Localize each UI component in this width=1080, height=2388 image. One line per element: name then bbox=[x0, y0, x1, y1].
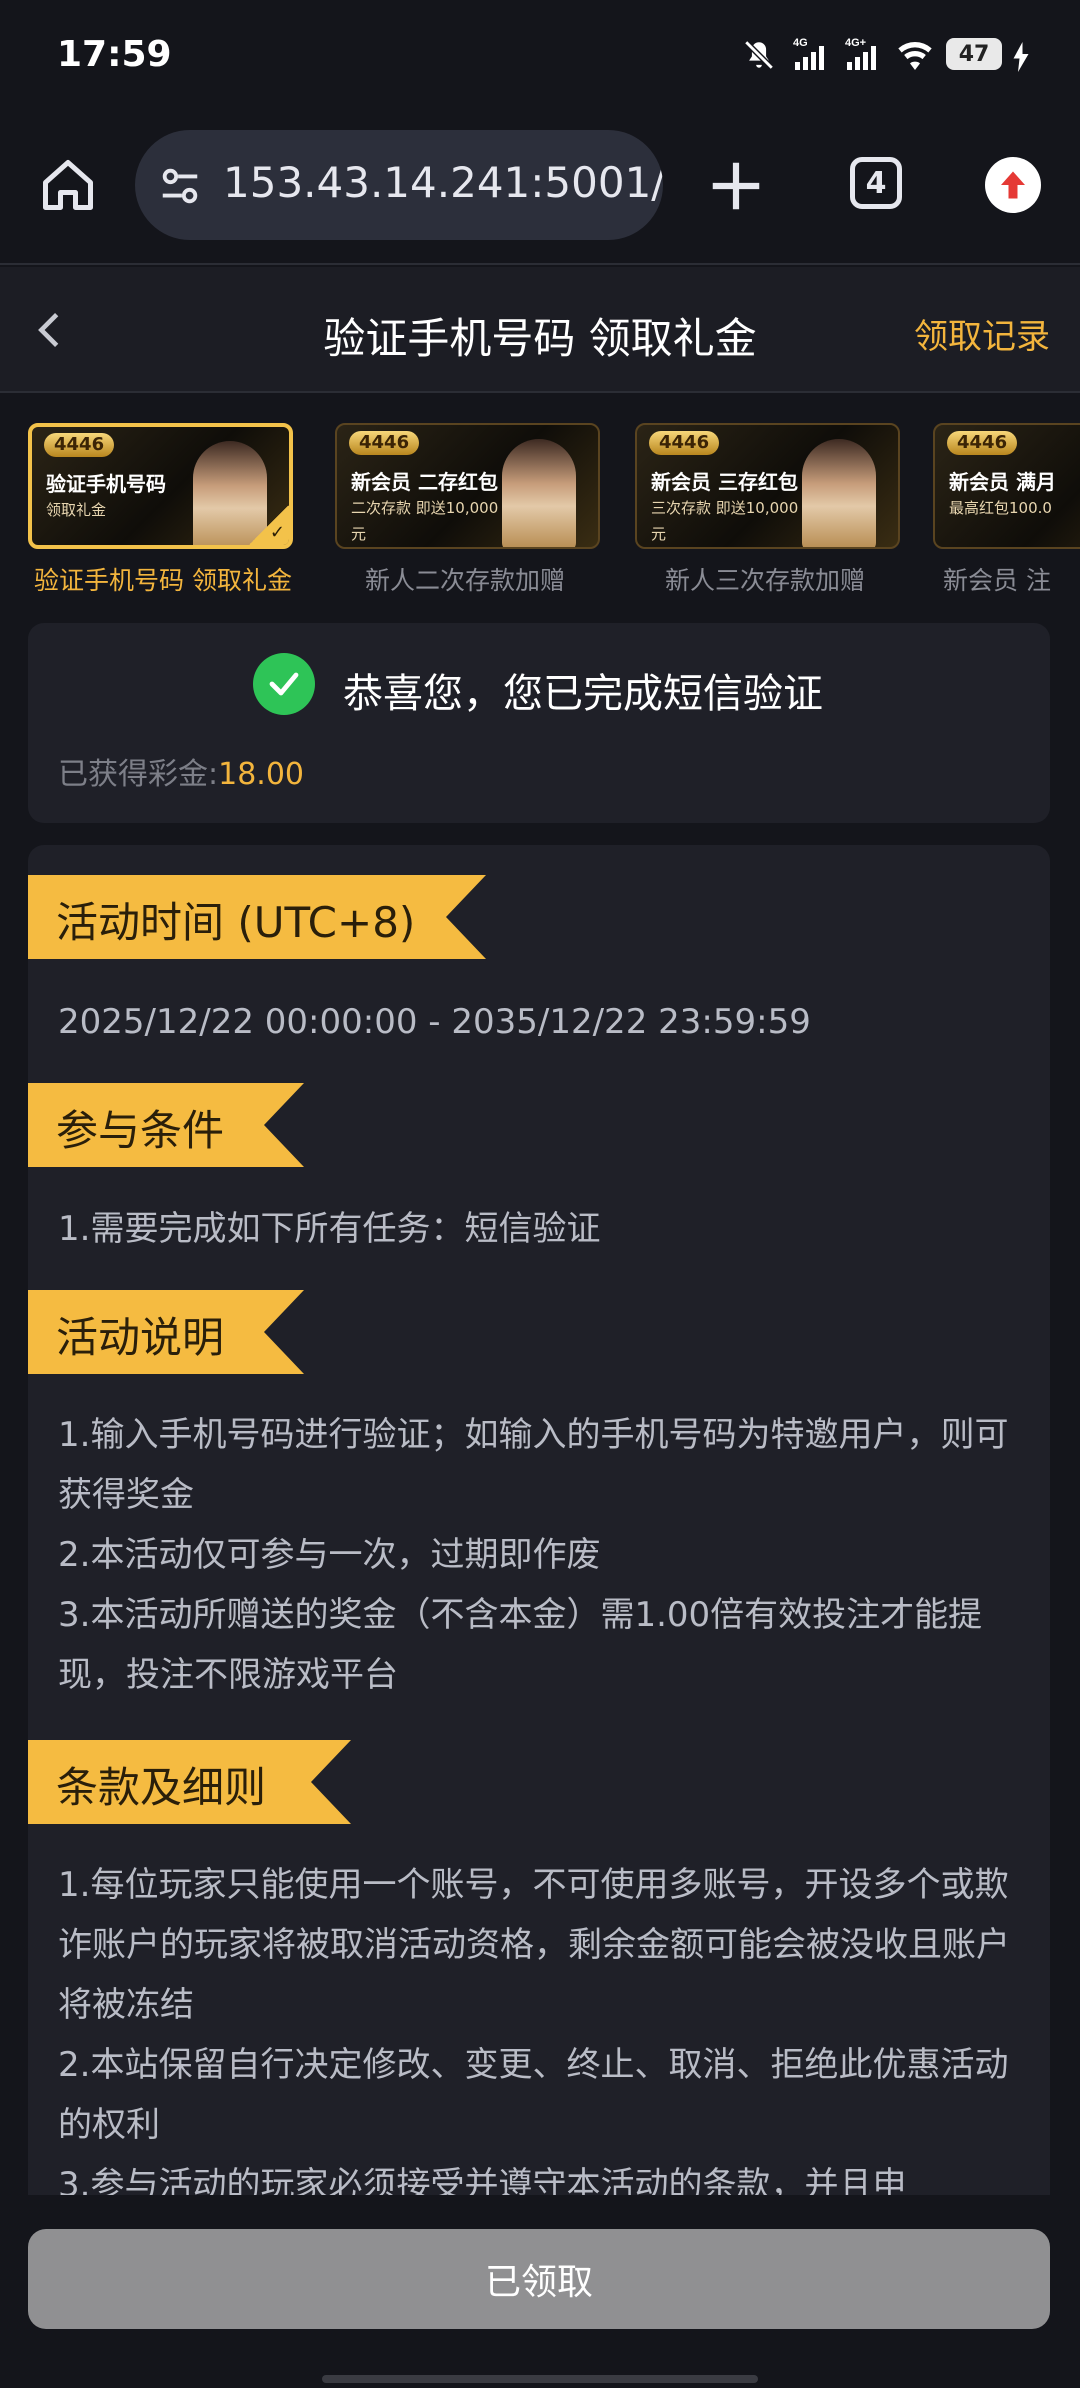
url-text[interactable]: 153.43.14.241:5001/h bbox=[223, 158, 663, 207]
banner-model-image bbox=[802, 439, 876, 547]
banner-label[interactable]: 验证手机号码 领取礼金 bbox=[13, 561, 313, 597]
section-title: 参与条件 bbox=[56, 1106, 225, 1155]
status-time: 17:59 bbox=[57, 34, 172, 75]
brand-logo: 4446 bbox=[44, 433, 115, 457]
selected-check-icon: ✓ bbox=[249, 505, 289, 545]
svg-text:4G: 4G bbox=[793, 37, 808, 49]
banner-title: 新会员 三存红包 bbox=[651, 470, 798, 494]
wifi-icon bbox=[894, 36, 936, 72]
battery-level: 47 bbox=[958, 41, 990, 67]
banner-title: 验证手机号码 bbox=[46, 472, 166, 496]
banner-subtitle: 三次存款 即送10,000元 bbox=[651, 499, 799, 543]
home-indicator[interactable] bbox=[322, 2375, 758, 2383]
promo-banner-third-deposit[interactable]: 4446 新会员 三存红包三次存款 即送10,000元 bbox=[635, 423, 900, 549]
banner-subtitle: 二次存款 即送10,000元 bbox=[351, 499, 499, 543]
banner-model-image bbox=[502, 439, 576, 547]
description-line: 3.本活动所赠送的奖金（不含本金）需1.00倍有效投注才能提现，投注不限游戏平台 bbox=[58, 1595, 983, 1695]
bonus-amount-label: 已获得彩金: bbox=[58, 757, 219, 792]
banner-label[interactable]: 新人二次存款加赠 bbox=[315, 561, 615, 597]
signal-4g-icon: 4G bbox=[790, 36, 832, 72]
bonus-amount: 已获得彩金:18.00 bbox=[58, 749, 304, 793]
brand-logo: 4446 bbox=[947, 431, 1018, 455]
battery-icon: 47 bbox=[946, 38, 1002, 70]
brand-logo: 4446 bbox=[349, 431, 420, 455]
svg-text:4G+: 4G+ bbox=[845, 37, 866, 49]
bonus-amount-value: 18.00 bbox=[218, 757, 304, 792]
section-title: 条款及细则 bbox=[56, 1763, 267, 1812]
claimed-button[interactable]: 已领取 bbox=[28, 2229, 1050, 2329]
update-icon[interactable] bbox=[985, 157, 1041, 213]
verification-message: 恭喜您，您已完成短信验证 bbox=[343, 671, 823, 717]
status-icons: 4G 4G+ 47 bbox=[738, 36, 1030, 72]
banner-subtitle: 最高红包100.0 bbox=[949, 499, 1052, 517]
banner-title: 新会员 二存红包 bbox=[351, 470, 498, 494]
brand-logo: 4446 bbox=[649, 431, 720, 455]
claim-record-link[interactable]: 领取记录 bbox=[914, 309, 1050, 358]
description-line: 2.本活动仅可参与一次，过期即作废 bbox=[58, 1535, 601, 1575]
signal-4g-plus-icon: 4G+ bbox=[842, 36, 884, 72]
description-line: 1.输入手机号码进行验证；如输入的手机号码为特邀用户，则可获得奖金 bbox=[58, 1415, 1009, 1515]
charging-icon bbox=[1012, 36, 1030, 72]
bottom-action-area: 已领取 bbox=[0, 2195, 1080, 2388]
promo-banner-strip[interactable]: 4446 验证手机号码领取礼金 ✓ 验证手机号码 领取礼金 4446 新会员 二… bbox=[0, 393, 1080, 608]
tab-switcher-button[interactable]: 4 bbox=[850, 157, 902, 209]
address-bar[interactable]: 153.43.14.241:5001/h bbox=[135, 130, 663, 240]
activity-details-card[interactable]: 活动时间 (UTC+8) 2025/12/22 00:00:00 - 2035/… bbox=[28, 845, 1050, 2275]
section-title: 活动时间 (UTC+8) bbox=[56, 898, 416, 947]
success-check-icon bbox=[253, 653, 315, 715]
terms-line: 2.本站保留自行决定修改、变更、终止、取消、拒绝此优惠活动的权利 bbox=[58, 2045, 1009, 2145]
terms-text: 1.每位玩家只能使用一个账号，不可使用多账号，开设多个或欺诈账户的玩家将被取消活… bbox=[58, 1855, 1018, 2215]
section-title: 活动说明 bbox=[56, 1313, 225, 1362]
promo-banner-full-month[interactable]: 4446 新会员 满月最高红包100.0 bbox=[933, 423, 1080, 549]
banner-label[interactable]: 新会员 注 bbox=[915, 561, 1080, 597]
banner-title: 新会员 满月 bbox=[949, 470, 1056, 494]
browser-toolbar: 153.43.14.241:5001/h 4 bbox=[0, 115, 1080, 265]
description-text: 1.输入手机号码进行验证；如输入的手机号码为特邀用户，则可获得奖金 2.本活动仅… bbox=[58, 1405, 1018, 1705]
new-tab-icon[interactable] bbox=[705, 155, 767, 217]
verification-status-card: 恭喜您，您已完成短信验证 已获得彩金:18.00 bbox=[28, 623, 1050, 823]
status-bar: 17:59 4G 4G+ 47 bbox=[0, 0, 1080, 115]
promo-banner-second-deposit[interactable]: 4446 新会员 二存红包二次存款 即送10,000元 bbox=[335, 423, 600, 549]
conditions-text: 1.需要完成如下所有任务：短信验证 bbox=[58, 1209, 601, 1249]
mute-icon bbox=[738, 36, 780, 72]
page-header: 验证手机号码 领取礼金 领取记录 bbox=[0, 267, 1080, 393]
banner-subtitle: 领取礼金 bbox=[46, 501, 107, 519]
activity-time-text: 2025/12/22 00:00:00 - 2035/12/22 23:59:5… bbox=[58, 1002, 811, 1042]
home-icon[interactable] bbox=[38, 155, 98, 215]
site-settings-icon[interactable] bbox=[157, 163, 203, 209]
promo-banner-verify[interactable]: 4446 验证手机号码领取礼金 ✓ bbox=[28, 423, 293, 549]
terms-line: 1.每位玩家只能使用一个账号，不可使用多账号，开设多个或欺诈账户的玩家将被取消活… bbox=[58, 1865, 1010, 2025]
banner-label[interactable]: 新人三次存款加赠 bbox=[615, 561, 915, 597]
